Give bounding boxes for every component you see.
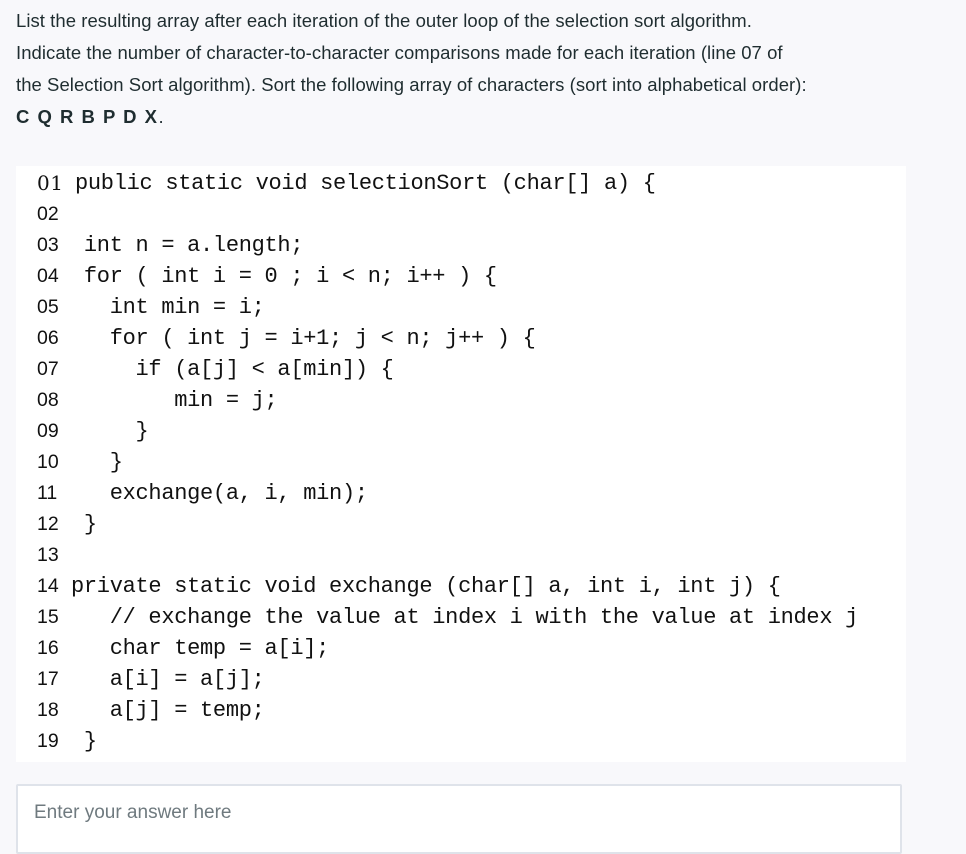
line-number: 09 bbox=[37, 420, 59, 442]
character-array: C Q R B P D X bbox=[16, 106, 159, 127]
line-number: 02 bbox=[37, 203, 59, 225]
code-text: char temp = a[i]; bbox=[71, 636, 330, 661]
code-text: private static void exchange (char[] a, … bbox=[71, 574, 781, 599]
code-line: 09 } bbox=[37, 416, 149, 447]
character-array-period: . bbox=[158, 106, 164, 127]
line-number: 15 bbox=[37, 606, 59, 628]
code-text: // exchange the value at index i with th… bbox=[71, 605, 859, 630]
question-text: List the resulting array after each iter… bbox=[16, 5, 956, 133]
code-text: } bbox=[71, 729, 97, 754]
code-text: } bbox=[71, 450, 123, 475]
code-block: 01 public static void selectionSort (char… bbox=[16, 166, 906, 762]
code-line: 05 int min = i; bbox=[37, 292, 265, 323]
code-line: 11 exchange(a, i, min); bbox=[37, 478, 368, 509]
code-line: 03 int n = a.length; bbox=[37, 230, 304, 261]
question-line-1: List the resulting array after each iter… bbox=[16, 10, 752, 31]
code-line: 15 // exchange the value at index i with… bbox=[37, 602, 858, 633]
line-number: 16 bbox=[37, 637, 59, 659]
code-line: 10 } bbox=[37, 447, 123, 478]
code-line: 02 bbox=[37, 199, 71, 230]
code-line: 01 public static void selectionSort (char… bbox=[37, 168, 656, 199]
question-line-3: the Selection Sort algorithm). Sort the … bbox=[16, 74, 807, 95]
line-number: 03 bbox=[37, 234, 59, 256]
code-line: 18 a[j] = temp; bbox=[37, 695, 265, 726]
code-text: a[j] = temp; bbox=[71, 698, 265, 723]
code-text: for ( int i = 0 ; i < n; i++ ) { bbox=[71, 264, 497, 289]
line-number: 14 bbox=[37, 575, 59, 597]
code-text: min = j; bbox=[71, 388, 278, 413]
code-line: 19 } bbox=[37, 726, 97, 757]
code-text: if (a[j] < a[min]) { bbox=[71, 357, 394, 382]
code-text: int min = i; bbox=[71, 295, 265, 320]
line-number: 06 bbox=[37, 327, 59, 349]
question-line-2: Indicate the number of character-to-char… bbox=[16, 42, 783, 63]
code-line: 12 } bbox=[37, 509, 97, 540]
line-number: 07 bbox=[37, 358, 59, 380]
answer-input[interactable] bbox=[16, 784, 902, 854]
line-number: 19 bbox=[37, 730, 59, 752]
line-number: 01 bbox=[37, 171, 64, 195]
line-number: 10 bbox=[37, 451, 59, 473]
code-line: 16 char temp = a[i]; bbox=[37, 633, 329, 664]
code-line: 08 min = j; bbox=[37, 385, 278, 416]
code-text: } bbox=[71, 419, 149, 444]
line-number: 12 bbox=[37, 513, 59, 535]
code-line: 06 for ( int j = i+1; j < n; j++ ) { bbox=[37, 323, 536, 354]
code-text: public static void selectionSort (char[]… bbox=[75, 171, 656, 196]
code-line: 17 a[i] = a[j]; bbox=[37, 664, 265, 695]
line-number: 13 bbox=[37, 544, 59, 566]
code-line: 07 if (a[j] < a[min]) { bbox=[37, 354, 394, 385]
line-number: 18 bbox=[37, 699, 59, 721]
question-line-4: C Q R B P D X. bbox=[16, 101, 956, 133]
code-text: a[i] = a[j]; bbox=[71, 667, 265, 692]
code-text: int n = a.length; bbox=[71, 233, 304, 258]
line-number: 11 bbox=[37, 482, 58, 504]
code-text: for ( int j = i+1; j < n; j++ ) { bbox=[71, 326, 536, 351]
code-line: 14 private static void exchange (char[] a… bbox=[37, 571, 781, 602]
line-number: 04 bbox=[37, 265, 59, 287]
line-number: 05 bbox=[37, 296, 59, 318]
code-text: } bbox=[71, 512, 97, 537]
code-text: exchange(a, i, min); bbox=[71, 481, 368, 506]
line-number: 17 bbox=[37, 668, 59, 690]
line-number: 08 bbox=[37, 389, 59, 411]
code-line: 13 bbox=[37, 540, 71, 571]
code-line: 04 for ( int i = 0 ; i < n; i++ ) { bbox=[37, 261, 497, 292]
